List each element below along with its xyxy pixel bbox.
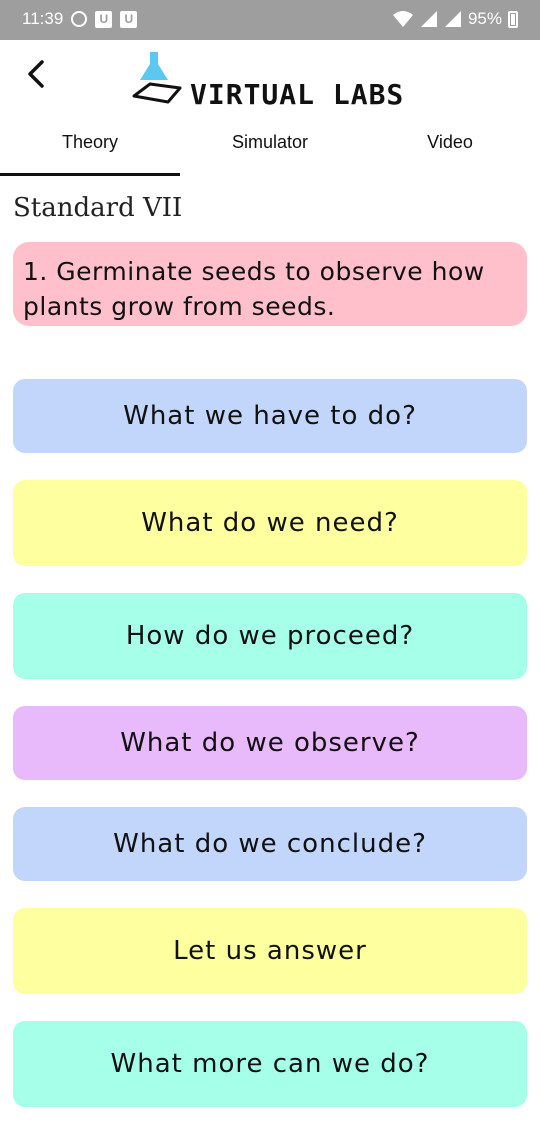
what-we-have-to-do-button[interactable]: What we have to do? [13,379,527,453]
status-bar: 11:39 U U 95% [0,0,540,40]
status-left: 11:39 U U [22,9,138,29]
back-arrow-icon [28,60,44,88]
tab-simulator[interactable]: Simulator [180,120,360,176]
let-us-answer-button[interactable]: Let us answer [13,908,527,994]
logo-text: VIRTUAL LABS [190,78,405,111]
standard-heading: Standard VII [13,193,183,223]
flask-icon [132,52,182,104]
tab-bar: Theory Simulator Video [0,120,540,176]
virtual-labs-logo: VIRTUAL LABS [128,50,428,111]
tab-video[interactable]: Video [360,120,540,176]
what-do-we-need-button[interactable]: What do we need? [13,480,527,566]
how-do-we-proceed-button[interactable]: How do we proceed? [13,593,527,679]
back-button[interactable] [18,54,58,94]
what-do-we-conclude-button[interactable]: What do we conclude? [13,807,527,881]
wifi-icon [392,11,413,27]
status-time: 11:39 [22,9,64,28]
experiment-title: 1. Germinate seeds to observe how plants… [13,242,527,326]
what-more-can-we-do-button[interactable]: What more can we do? [13,1021,527,1107]
whatsapp-icon [71,11,88,27]
app-header: VIRTUAL LABS [0,40,540,120]
tab-theory[interactable]: Theory [0,120,180,176]
app-notification-icon: U [95,10,113,28]
battery-icon [508,10,518,28]
signal-icon [444,11,461,27]
battery-percent: 95% [467,9,502,28]
signal-icon [420,11,437,27]
what-do-we-observe-button[interactable]: What do we observe? [13,706,527,780]
status-right: 95% [392,9,518,29]
app-notification-icon: U [120,10,138,28]
